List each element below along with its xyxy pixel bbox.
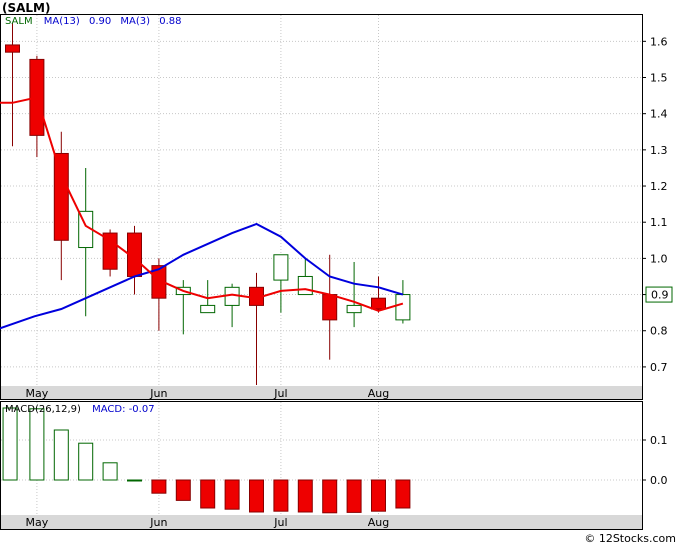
macd-bar-positive bbox=[53, 429, 69, 481]
macd-bar-negative bbox=[322, 479, 338, 514]
macd-bar-positive bbox=[29, 408, 45, 481]
legend-ma3-value: 0.88 bbox=[159, 16, 181, 27]
macd-bar-negative bbox=[273, 479, 289, 512]
macd-legend-value: -0.07 bbox=[129, 404, 155, 415]
candle-body bbox=[53, 152, 69, 241]
candle-body bbox=[371, 297, 386, 310]
macd-legend-name: MACD: bbox=[92, 404, 125, 415]
candle-body bbox=[200, 304, 216, 314]
macd-tick-label: 0.1 bbox=[650, 434, 668, 447]
candle-body bbox=[395, 294, 411, 321]
macd-month-label: Jun bbox=[149, 516, 167, 529]
macd-date-strip bbox=[1, 515, 642, 529]
macd-panel bbox=[0, 401, 643, 530]
legend-ma13-label: MA(13) bbox=[44, 16, 80, 27]
macd-bar-negative bbox=[346, 479, 362, 513]
price-tick-label: 1.2 bbox=[650, 180, 668, 193]
macd-tick-label: 0.0 bbox=[650, 474, 668, 487]
candle-body bbox=[273, 254, 289, 281]
price-tick-label: 0.8 bbox=[650, 325, 668, 338]
price-month-label: Jul bbox=[273, 387, 287, 400]
price-tick-label: 1.4 bbox=[650, 108, 668, 121]
price-month-label: Aug bbox=[368, 387, 389, 400]
macd-bar-negative bbox=[175, 479, 191, 501]
price-y-axis: 0.7 0.8 0.9 1.0 1.1 1.2 1.3 1.4 1.5 1.6 bbox=[642, 35, 668, 374]
stock-chart: May Jun Jul Aug 0.7 0.8 0.9 1.0 1.1 1.2 1.3 1.4 1.5… bbox=[0, 1, 676, 545]
macd-month-label: Aug bbox=[368, 516, 389, 529]
price-tick-label: 1.1 bbox=[650, 216, 668, 229]
price-panel bbox=[0, 14, 643, 400]
macd-bar-positive bbox=[127, 479, 142, 482]
last-price-label: 0.9 bbox=[651, 289, 669, 302]
legend-symbol: SALM bbox=[5, 16, 33, 27]
macd-bar-negative bbox=[224, 479, 240, 510]
legend-ma3-label: MA(3) bbox=[120, 16, 150, 27]
candle-body bbox=[5, 44, 20, 53]
price-tick-label: 1.0 bbox=[650, 252, 668, 265]
ticker-symbol: (SALM) bbox=[2, 1, 51, 15]
price-tick-label: 1.3 bbox=[650, 144, 668, 157]
candle-body bbox=[224, 286, 240, 306]
macd-month-label: Jul bbox=[273, 516, 287, 529]
candle-body bbox=[322, 294, 338, 321]
price-month-label: May bbox=[26, 387, 49, 400]
copyright-text: © 12Stocks.com bbox=[584, 532, 676, 545]
macd-bar-negative bbox=[200, 479, 216, 509]
macd-legend-label: MACD(26,12,9) bbox=[5, 404, 81, 415]
candle-body bbox=[346, 304, 362, 314]
macd-bar-negative bbox=[297, 479, 313, 513]
macd-bar-negative bbox=[249, 479, 264, 513]
macd-bar-positive bbox=[2, 407, 18, 481]
candle-body bbox=[297, 275, 313, 296]
macd-y-axis: 0.1 0.0 bbox=[642, 434, 668, 487]
price-month-label: Jun bbox=[149, 387, 167, 400]
legend-ma13-value: 0.90 bbox=[89, 16, 111, 27]
price-date-strip bbox=[1, 386, 642, 399]
macd-bar-negative bbox=[151, 479, 167, 494]
macd-month-label: May bbox=[26, 516, 49, 529]
price-tick-label: 1.5 bbox=[650, 72, 668, 85]
macd-bar-negative bbox=[371, 479, 386, 512]
macd-bar-positive bbox=[78, 442, 94, 481]
macd-bar-negative bbox=[395, 479, 411, 509]
macd-bar-positive bbox=[102, 462, 118, 481]
price-tick-label: 0.7 bbox=[650, 361, 668, 374]
last-price-marker: 0.9 bbox=[645, 286, 673, 303]
price-tick-label: 1.6 bbox=[650, 35, 668, 48]
macd-legend: MACD(26,12,9) MACD: -0.07 bbox=[5, 404, 155, 415]
